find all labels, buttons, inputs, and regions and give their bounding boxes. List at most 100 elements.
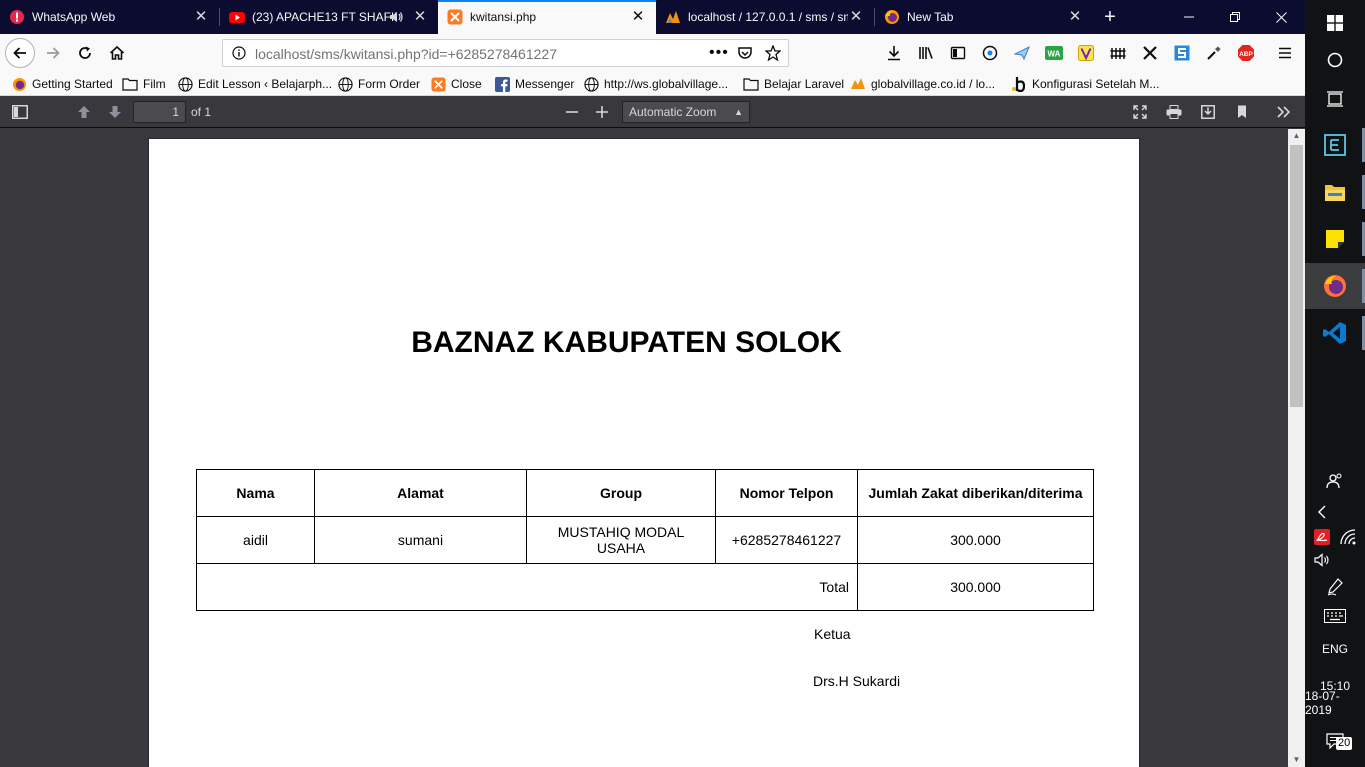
scroll-down-icon[interactable]: ▼: [1288, 753, 1305, 767]
action-center-icon[interactable]: 20: [1305, 726, 1365, 756]
close-tab-icon[interactable]: ✕: [193, 9, 209, 25]
bookmark-label: Film: [143, 77, 166, 91]
library-icon[interactable]: [916, 43, 936, 63]
wifi-icon[interactable]: [1318, 527, 1365, 547]
zoom-select[interactable]: Automatic Zoom ▲▼: [622, 101, 750, 137]
volume-icon[interactable]: [1292, 550, 1352, 570]
speaker-icon[interactable]: [388, 9, 404, 25]
zoom-in-icon[interactable]: [591, 102, 613, 122]
firefox-icon: [884, 9, 900, 25]
task-view-icon[interactable]: [1305, 76, 1365, 122]
sidebar-icon[interactable]: [948, 43, 968, 63]
info-icon[interactable]: [232, 46, 246, 63]
restore-button[interactable]: [1212, 0, 1258, 34]
bookmark-label: Close: [451, 77, 482, 91]
clock-date[interactable]: 18-07-2019: [1305, 689, 1365, 717]
reload-button[interactable]: [70, 38, 100, 68]
firefox-taskbar-icon[interactable]: [1305, 263, 1365, 309]
touch-keyboard-icon[interactable]: [1305, 606, 1365, 626]
v-extension-icon[interactable]: [1076, 43, 1096, 63]
zoom-out-icon[interactable]: [561, 102, 583, 122]
pdf-viewer[interactable]: BAZNAZ KABUPATEN SOLOK Nama Alamat Group…: [0, 129, 1288, 767]
bookmark-konfigurasi[interactable]: Konfigurasi Setelah M...: [1011, 75, 1159, 93]
app-e-icon[interactable]: [1305, 122, 1365, 168]
tab-whatsapp[interactable]: WhatsApp Web ✕: [0, 0, 219, 34]
tab-bar: WhatsApp Web ✕ (23) APACHE13 FT SHAFIRA …: [0, 0, 1305, 34]
bookmark-globalvillage-co-id[interactable]: globalvillage.co.id / lo...: [850, 75, 995, 93]
previous-page-icon[interactable]: [73, 102, 95, 122]
browser-window: WhatsApp Web ✕ (23) APACHE13 FT SHAFIRA …: [0, 0, 1305, 767]
tab-title: WhatsApp Web: [32, 10, 116, 24]
close-tab-icon[interactable]: ✕: [1067, 9, 1083, 25]
firefox-icon: [11, 76, 27, 92]
bookmark-getting-started[interactable]: Getting Started: [11, 75, 113, 93]
bookmark-film[interactable]: Film: [122, 75, 166, 93]
fence-extension-icon[interactable]: [1108, 43, 1128, 63]
url-text[interactable]: localhost/sms/kwitansi.php?id=+628527846…: [255, 46, 557, 62]
bookmark-icon[interactable]: [1231, 102, 1253, 122]
globe-icon: [177, 76, 193, 92]
show-hidden-icons-chevron[interactable]: [1292, 501, 1352, 523]
bookmark-form-order[interactable]: Form Order: [337, 75, 420, 93]
new-tab-button[interactable]: +: [1098, 5, 1122, 29]
sticky-notes-icon[interactable]: [1305, 216, 1365, 262]
file-explorer-icon[interactable]: [1305, 169, 1365, 215]
bookmark-star-icon[interactable]: [764, 44, 782, 64]
minimize-button[interactable]: [1166, 0, 1212, 34]
back-button[interactable]: [5, 38, 35, 68]
scroll-up-icon[interactable]: ▲: [1288, 129, 1305, 143]
close-tab-icon[interactable]: ✕: [412, 9, 428, 25]
scroll-thumb[interactable]: [1290, 145, 1303, 407]
url-bar[interactable]: localhost/sms/kwitansi.php?id=+628527846…: [222, 39, 789, 67]
close-window-button[interactable]: [1258, 0, 1304, 34]
bookmarks-toolbar: Getting Started Film Edit Lesson ‹ Belaj…: [0, 72, 1305, 96]
next-page-icon[interactable]: [104, 102, 126, 122]
tab-title: New Tab: [907, 10, 954, 24]
people-icon[interactable]: [1305, 470, 1365, 492]
print-icon[interactable]: [1163, 102, 1185, 122]
windows-taskbar: ENG 15:10 18-07-2019 20: [1305, 0, 1365, 767]
close-tab-icon[interactable]: ✕: [848, 9, 864, 25]
column-header-alamat: Alamat: [314, 469, 527, 517]
save-download-icon[interactable]: [1197, 102, 1219, 122]
x-extension-icon[interactable]: [1140, 43, 1160, 63]
xampp-icon: [447, 9, 463, 25]
tab-new-tab[interactable]: New Tab ✕: [875, 0, 1093, 34]
downloads-icon[interactable]: [884, 43, 904, 63]
forward-button[interactable]: [38, 38, 68, 68]
table-row: aidil sumani MUSTAHIQ MODAL USAHA +62852…: [196, 516, 1094, 564]
page-number-input[interactable]: 1: [133, 101, 186, 123]
adblock-icon[interactable]: ABP: [1236, 43, 1256, 63]
tab-kwitansi[interactable]: kwitansi.php ✕: [438, 0, 656, 34]
menu-icon[interactable]: [1275, 43, 1295, 63]
input-language[interactable]: ENG: [1305, 640, 1365, 658]
eyedropper-icon[interactable]: [1204, 43, 1224, 63]
whatsapp-icon: [9, 9, 25, 25]
phpmyadmin-icon: [665, 9, 681, 25]
close-tab-icon[interactable]: ✕: [630, 9, 646, 25]
bookmark-close[interactable]: Close: [430, 75, 482, 93]
vscode-icon[interactable]: [1305, 310, 1365, 356]
bookmark-label: http://ws.globalvillage...: [604, 77, 729, 91]
s-extension-icon[interactable]: [1172, 43, 1192, 63]
tools-chevron-icon[interactable]: [1273, 102, 1295, 122]
toggle-sidebar-icon[interactable]: [9, 102, 31, 122]
tab-phpmyadmin[interactable]: localhost / 127.0.0.1 / sms / sm ✕: [656, 0, 874, 34]
vertical-scrollbar[interactable]: ▲ ▼: [1288, 129, 1305, 767]
bookmark-label: Getting Started: [32, 77, 113, 91]
bookmark-ws-globalvillage[interactable]: http://ws.globalvillage...: [583, 75, 728, 93]
home-button[interactable]: [102, 38, 132, 68]
folder-icon: [743, 76, 759, 92]
bookmark-messenger[interactable]: Messenger: [494, 75, 574, 93]
send-tab-icon[interactable]: [1012, 43, 1032, 63]
page-actions-icon[interactable]: •••: [709, 44, 729, 62]
pocket-icon[interactable]: [737, 45, 753, 64]
bookmark-edit-lesson[interactable]: Edit Lesson ‹ Belajarph...: [177, 75, 332, 93]
sync-account-icon[interactable]: [980, 43, 1000, 63]
presentation-mode-icon[interactable]: [1129, 102, 1151, 122]
bookmark-belajar-laravel[interactable]: Belajar Laravel: [743, 75, 844, 93]
pen-workspace-icon[interactable]: [1305, 577, 1365, 597]
tab-youtube[interactable]: (23) APACHE13 FT SHAFIRA ✕: [220, 0, 438, 34]
youtube-icon: [229, 9, 245, 25]
whatsapp-extension-icon[interactable]: WA: [1044, 43, 1064, 63]
